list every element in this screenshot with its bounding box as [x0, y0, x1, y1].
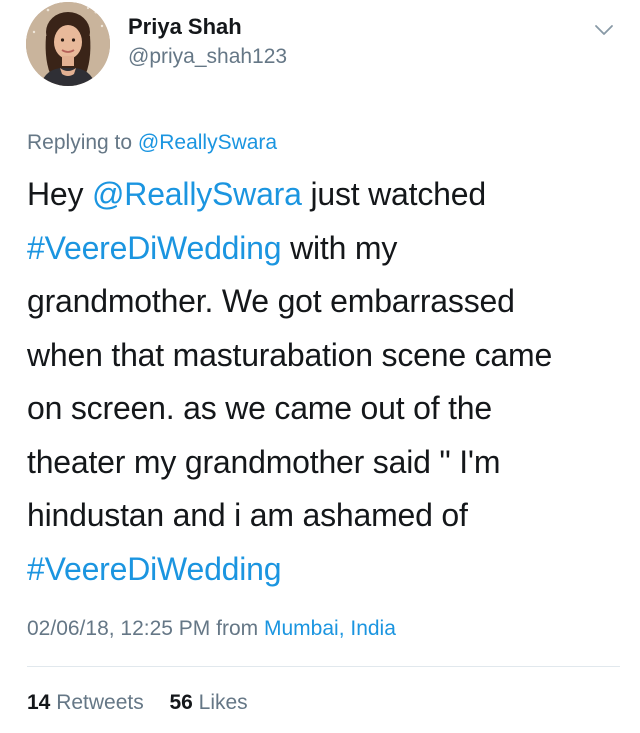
- likes-label: Likes: [198, 691, 248, 714]
- tweet-text-segment: with my: [290, 229, 398, 266]
- tweet-datetime[interactable]: 02/06/18, 12:25 PM: [27, 617, 210, 640]
- reply-mention-link[interactable]: @ReallySwara: [138, 131, 277, 154]
- tweet-text-segment: Hey: [27, 176, 84, 212]
- tweet-line: theater my grandmother said " I'm: [27, 443, 501, 480]
- divider: [27, 666, 620, 667]
- from-label: from: [216, 617, 259, 640]
- chevron-down-icon[interactable]: [592, 20, 616, 40]
- tweet-text: Hey @ReallySwara just watched #VeereDiWe…: [27, 168, 627, 596]
- avatar-image: [26, 2, 110, 86]
- mention-link[interactable]: @ReallySwara: [92, 176, 302, 212]
- tweet-line: #VeereDiWedding with my: [27, 222, 627, 276]
- retweets-label: Retweets: [56, 691, 144, 714]
- user-handle[interactable]: @priya_shah123: [128, 44, 287, 70]
- reply-context: Replying to @ReallySwara: [27, 130, 277, 156]
- tweet-meta: 02/06/18, 12:25 PM from Mumbai, India: [27, 616, 396, 642]
- tweet-line: #VeereDiWedding: [27, 543, 627, 597]
- avatar[interactable]: [26, 2, 110, 86]
- reply-prefix: Replying to: [27, 131, 133, 154]
- location-link[interactable]: Mumbai, India: [264, 617, 396, 640]
- tweet-stats: 14 Retweets 56 Likes: [27, 690, 248, 716]
- tweet-card: Priya Shah @priya_shah123 Replying to @R…: [0, 0, 640, 733]
- retweets-stat[interactable]: 14 Retweets: [27, 691, 150, 714]
- tweet-line: on screen. as we came out of the: [27, 390, 492, 426]
- tweet-line: hindustan and i am ashamed of: [27, 497, 468, 533]
- user-name[interactable]: Priya Shah: [128, 14, 242, 40]
- retweets-count: 14: [27, 691, 51, 714]
- hashtag-link[interactable]: #VeereDiWedding: [27, 551, 282, 587]
- hashtag-link[interactable]: #VeereDiWedding: [27, 230, 282, 266]
- tweet-text-segment: just watched: [310, 176, 486, 212]
- likes-count: 56: [169, 691, 193, 714]
- tweet-line: grandmother. We got embarrassed: [27, 283, 515, 319]
- tweet-line: when that masturabation scene came: [27, 336, 553, 373]
- likes-stat[interactable]: 56 Likes: [169, 691, 247, 714]
- tweet-line: Hey @ReallySwara just watched: [27, 168, 627, 222]
